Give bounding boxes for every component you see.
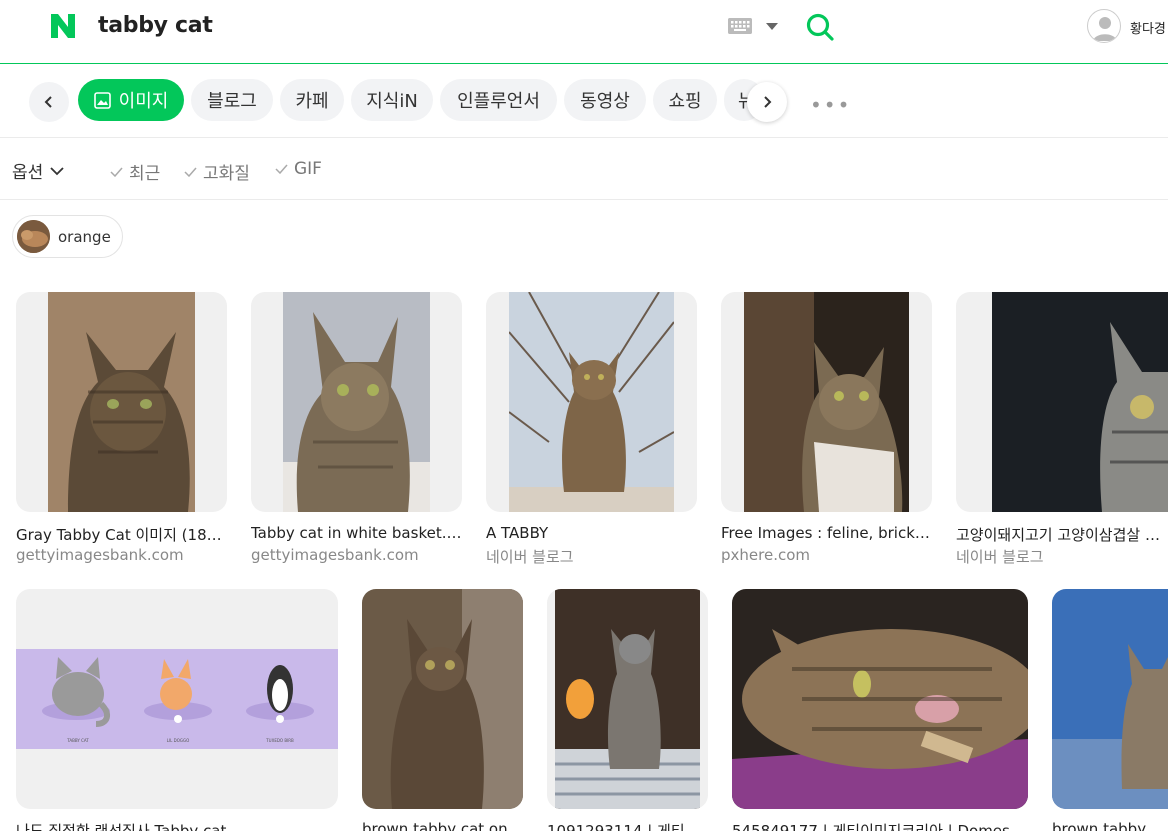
tab-label: 블로그: [207, 91, 257, 112]
tab-influencer[interactable]: 인플루언서: [440, 79, 557, 121]
tab-video[interactable]: 동영상: [564, 79, 646, 121]
result-image[interactable]: [1052, 589, 1168, 809]
result-title[interactable]: 고양이돼지고기 고양이삼겹살 따...: [956, 524, 1168, 545]
result-card[interactable]: TABBY CAT LIL DOGGO TUXEDO BIRB 나도 집접한 랜…: [16, 589, 338, 831]
result-source[interactable]: gettyimagesbank.com: [251, 546, 462, 564]
result-card[interactable]: 1091293114 | 게티이...: [547, 589, 708, 831]
result-source[interactable]: gettyimagesbank.com: [16, 546, 227, 564]
tab-kin[interactable]: 지식iN: [351, 79, 433, 121]
more-tabs-button[interactable]: •••: [810, 93, 851, 117]
illustration-icon: TABBY CAT LIL DOGGO TUXEDO BIRB: [16, 649, 338, 749]
filter-gif[interactable]: GIF: [275, 159, 322, 179]
result-image[interactable]: [732, 589, 1028, 809]
cat-photo-icon: [48, 292, 195, 512]
avatar[interactable]: [1087, 9, 1121, 43]
options-toggle[interactable]: 옵션: [12, 158, 65, 183]
search-icon[interactable]: [805, 12, 835, 42]
result-title[interactable]: brown tabby cat on b...: [362, 820, 523, 831]
cat-photo-icon: [283, 292, 430, 512]
cat-photo-icon: [555, 589, 700, 809]
filter-label: 고화질: [203, 164, 250, 184]
result-card[interactable]: A TABBY 네이버 블로그: [486, 292, 697, 566]
result-source[interactable]: 네이버 블로그: [486, 546, 697, 567]
filter-hd[interactable]: 고화질: [184, 159, 250, 184]
result-card[interactable]: brown tabby cat on b...: [362, 589, 523, 831]
tab-label: 쇼핑: [668, 91, 702, 112]
result-image[interactable]: [16, 292, 227, 512]
result-title[interactable]: 545849177 | 게티이미지코리아 | Domesti...: [732, 820, 1028, 831]
result-image[interactable]: TABBY CAT LIL DOGGO TUXEDO BIRB: [16, 589, 338, 809]
tab-cafe[interactable]: 카페: [280, 79, 344, 121]
keyboard-dropdown-icon[interactable]: [766, 23, 778, 30]
keyboard-icon[interactable]: [728, 18, 752, 34]
result-title[interactable]: 1091293114 | 게티이...: [547, 820, 708, 831]
result-image[interactable]: [362, 589, 523, 809]
result-image[interactable]: [956, 292, 1168, 512]
chevron-left-icon: [44, 96, 52, 108]
result-source[interactable]: pxhere.com: [721, 546, 932, 564]
image-icon: [93, 91, 111, 109]
result-source[interactable]: 네이버 블로그: [956, 546, 1168, 567]
filter-recent[interactable]: 최근: [110, 159, 160, 184]
tab-blog[interactable]: 블로그: [191, 79, 273, 121]
result-image[interactable]: [486, 292, 697, 512]
naver-logo-icon[interactable]: [48, 11, 78, 41]
cat-photo-icon: [1052, 589, 1168, 809]
tabs-prev-button[interactable]: [29, 82, 69, 122]
options-bar: 옵션 최근 고화질 GIF: [0, 139, 1168, 200]
filter-label: 최근: [129, 164, 161, 184]
chip-thumbnail: [17, 220, 50, 253]
tab-label: 이미지: [118, 91, 169, 112]
result-title[interactable]: brown tabby cat...: [1052, 820, 1168, 831]
result-title[interactable]: Gray Tabby Cat 이미지 (1868...: [16, 524, 227, 545]
result-image[interactable]: [721, 292, 932, 512]
result-title[interactable]: A TABBY: [486, 524, 697, 542]
search-tabs: 이미지 블로그 카페 지식iN 인플루언서 동영상 쇼핑 뉴 •••: [0, 65, 1168, 138]
check-icon: [110, 167, 123, 177]
chevron-down-icon: [50, 166, 64, 175]
tab-label: 지식iN: [366, 91, 418, 112]
illustration-caption: LIL DOGGO: [167, 738, 189, 743]
search-query[interactable]: tabby cat: [98, 13, 213, 38]
result-card[interactable]: Free Images : feline, brick, fa... pxher…: [721, 292, 932, 564]
illustration-caption: TUXEDO BIRB: [265, 738, 294, 743]
tab-label: 동영상: [580, 91, 630, 112]
check-icon: [184, 167, 197, 177]
cat-photo-icon: [362, 589, 523, 809]
result-card[interactable]: 545849177 | 게티이미지코리아 | Domesti...: [732, 589, 1028, 831]
chip-label: orange: [58, 227, 111, 246]
result-image[interactable]: [547, 589, 708, 809]
tab-label: 카페: [295, 91, 329, 112]
options-label: 옵션: [12, 163, 44, 183]
result-card[interactable]: 고양이돼지고기 고양이삼겹살 따... 네이버 블로그: [956, 292, 1168, 566]
tab-label: 인플루언서: [457, 91, 540, 112]
result-title[interactable]: Tabby cat in white basket. St...: [251, 524, 462, 542]
cat-photo-icon: [992, 292, 1168, 512]
chevron-right-icon: [764, 96, 772, 108]
result-card[interactable]: Gray Tabby Cat 이미지 (1868... gettyimagesb…: [16, 292, 227, 564]
tab-shopping[interactable]: 쇼핑: [653, 79, 717, 121]
cat-photo-icon: [744, 292, 909, 512]
tab-images[interactable]: 이미지: [78, 79, 184, 121]
filter-label: GIF: [294, 159, 322, 179]
cat-photo-icon: [732, 589, 1028, 809]
result-image[interactable]: [251, 292, 462, 512]
top-header: tabby cat 황다경: [0, 0, 1168, 64]
result-title[interactable]: Free Images : feline, brick, fa...: [721, 524, 932, 542]
tabs-next-button[interactable]: [747, 82, 787, 122]
result-card[interactable]: Tabby cat in white basket. St... gettyim…: [251, 292, 462, 564]
username[interactable]: 황다경: [1130, 18, 1166, 37]
related-chip-orange[interactable]: orange: [12, 215, 123, 258]
cat-photo-icon: [509, 292, 674, 512]
result-title[interactable]: 나도 집접한 랜선집사 Tabby cat: [16, 820, 338, 831]
check-icon: [275, 164, 288, 174]
result-card[interactable]: brown tabby cat...: [1052, 589, 1168, 831]
illustration-caption: TABBY CAT: [66, 738, 89, 743]
